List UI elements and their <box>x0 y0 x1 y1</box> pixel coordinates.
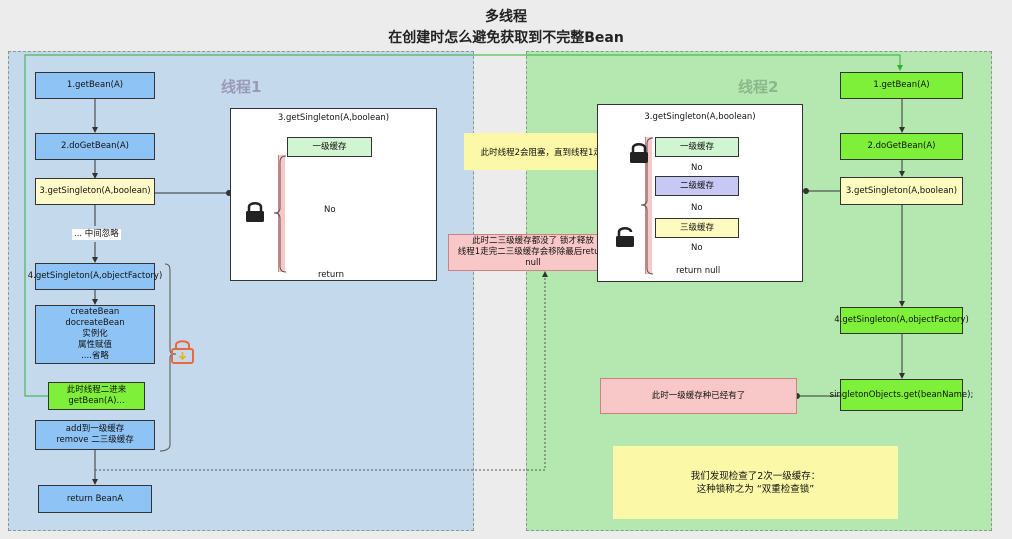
l2-panel-cache2: 二级缓存 <box>655 176 739 196</box>
l1-getsingleton-boolean: 3.getSingleton(A,boolean) <box>35 178 155 205</box>
l1-lock-bar <box>278 155 285 272</box>
l1-return-bean: return BeanA <box>38 485 152 513</box>
l1-getsingleton-panel <box>230 108 437 281</box>
note-lock-release: 此时二三级缓存都没了 锁才释放 线程1走完二三级缓存会移除最后return nu… <box>448 234 618 271</box>
lock-open-icon-2 <box>614 226 636 248</box>
l1-panel-cache1: 一级缓存 <box>287 137 372 157</box>
l2-panel-no1: No <box>691 163 703 174</box>
lock-open-icon <box>170 337 195 365</box>
l2-panel-cache1: 一级缓存 <box>655 137 739 157</box>
l2-getsingleton-boolean: 3.getSingleton(A,boolean) <box>840 177 963 205</box>
l2-singletonobjects-get: singletonObjects.get(beanName); <box>830 379 973 411</box>
l1-panel-title: 3.getSingleton(A,boolean) <box>277 113 390 123</box>
l2-panel-return: return null <box>676 266 721 276</box>
l2-dogetbean: 2.doGetBean(A) <box>840 133 963 160</box>
l1-panel-no: No <box>324 205 336 216</box>
conclusion-note: 我们发现检查了2次一级缓存： 这种锁称之为 “双重检查锁” <box>613 446 898 519</box>
l2-panel-no3: No <box>691 243 703 254</box>
l2-panel-cache3: 三级缓存 <box>655 218 739 238</box>
l2-panel-no2: No <box>691 203 703 214</box>
l1-create-bean: createBean docreateBean 实例化 属性赋值 ....省略 <box>35 305 155 364</box>
l1-getsingleton-factory: 4.getSingleton(A,objectFactory) <box>28 263 162 290</box>
l1-panel-return: return <box>318 270 344 280</box>
l2-panel-title: 3.getSingleton(A,boolean) <box>644 112 756 122</box>
lock-closed-icon-2 <box>628 142 650 164</box>
l2-getsingleton-factory: 4.getSingleton(A,objectFactory) <box>834 307 969 334</box>
l2-getbean: 1.getBean(A) <box>840 72 963 99</box>
l2-found-note: 此时一级缓存种已经有了 <box>600 378 797 414</box>
l1-thread2-enters: 此时线程二进来 getBean(A)... <box>48 382 145 410</box>
l1-dogetbean: 2.doGetBean(A) <box>35 133 155 160</box>
l1-add-cache: add到一级缓存 remove 二三级缓存 <box>35 420 155 450</box>
l1-getbean: 1.getBean(A) <box>35 72 155 99</box>
lock-closed-icon <box>244 201 266 223</box>
l1-omitted-label: ... 中间忽略 <box>72 229 121 240</box>
